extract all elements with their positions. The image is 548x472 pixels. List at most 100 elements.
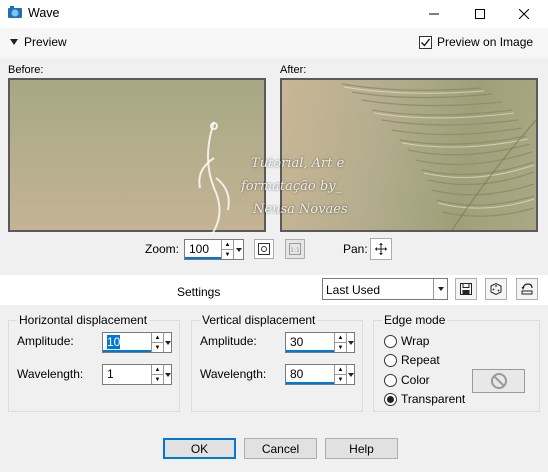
radio-button[interactable] [384,353,397,367]
zoom-field[interactable]: 100 ▲ ▼ [184,239,244,260]
zoom-spinner[interactable]: ▲ ▼ [221,240,233,259]
spin-down-icon[interactable]: ▼ [335,342,346,352]
zoom-fit-icon [258,243,270,255]
h-wavelength-field[interactable]: 1 ▲ ▼ [102,364,172,385]
close-icon [519,9,529,19]
v-wavelength-slider-button[interactable] [346,365,354,384]
h-amplitude-label: Amplitude: [17,334,74,348]
v-wavelength-spinner[interactable]: ▲ ▼ [334,365,346,384]
preview-on-image-label: Preview on Image [437,35,534,49]
horizontal-displacement-group: Horizontal displacement Amplitude: 10 ▲ ▼… [8,313,180,412]
pan-button[interactable] [370,238,392,260]
cancel-button[interactable]: Cancel [244,438,317,459]
h-wavelength-label: Wavelength: [17,367,84,381]
v-amplitude-input[interactable]: 30 [286,333,334,352]
preview-toggle[interactable]: Preview [10,35,67,49]
spin-down-icon[interactable]: ▼ [152,342,163,352]
dice-icon [490,282,502,296]
h-amplitude-slider-button[interactable] [163,333,171,352]
horizontal-displacement-title: Horizontal displacement [17,313,150,327]
h-wavelength-input[interactable]: 1 [103,365,151,384]
app-icon [8,6,22,18]
edge-color-swatch[interactable] [472,369,525,393]
v-wavelength-field[interactable]: 80 ▲ ▼ [285,364,355,385]
close-button[interactable] [504,0,544,28]
chevron-down-icon [235,247,242,252]
ok-button[interactable]: OK [163,438,236,459]
edge-mode-repeat-label: Repeat [401,353,440,367]
edge-mode-group: Edge mode Wrap Repeat Color Transparent [373,313,540,412]
v-amplitude-label: Amplitude: [200,334,257,348]
spin-up-icon[interactable]: ▲ [152,365,163,374]
reset-button[interactable] [516,278,538,300]
vertical-displacement-group: Vertical displacement Amplitude: 30 ▲ ▼ W… [191,313,363,412]
reset-icon [521,283,533,295]
preview-toggle-label: Preview [24,35,67,49]
h-wavelength-spinner[interactable]: ▲ ▼ [151,365,163,384]
minimize-icon [429,13,439,15]
edge-mode-wrap-option[interactable]: Wrap [384,334,429,348]
preset-dropdown-button[interactable] [433,279,447,299]
edge-mode-transparent-option[interactable]: Transparent [384,392,465,406]
watermark-ornament-icon [198,121,230,235]
zoom-to-fit-button[interactable] [254,239,274,259]
help-button[interactable]: Help [325,438,398,459]
spin-down-icon[interactable]: ▼ [222,249,233,259]
edge-mode-transparent-label: Transparent [401,392,466,406]
zoom-actual-size-icon: 1:1 [289,243,301,255]
svg-text:1:1: 1:1 [290,247,300,254]
radio-dot [387,395,394,403]
spin-up-icon[interactable]: ▲ [222,240,233,249]
maximize-button[interactable] [460,0,500,28]
h-amplitude-value: 10 [107,335,121,349]
edge-mode-color-label: Color [401,373,430,387]
edge-mode-repeat-option[interactable]: Repeat [384,353,440,367]
preview-on-image-checkbox[interactable]: Preview on Image [419,35,533,49]
chevron-down-icon [437,287,444,291]
h-amplitude-input[interactable]: 10 [103,333,151,352]
after-preview[interactable] [280,78,538,232]
save-icon [460,283,472,295]
after-label: After: [280,64,307,76]
spin-up-icon[interactable]: ▲ [335,333,346,342]
randomize-button[interactable] [485,278,507,300]
spin-up-icon[interactable]: ▲ [152,333,163,342]
edge-mode-wrap-label: Wrap [401,334,430,348]
zoom-dropdown-button[interactable] [233,240,243,259]
checkmark-icon [421,38,431,47]
pan-label: Pan: [343,242,368,256]
maximize-icon [475,9,485,19]
edge-mode-color-option[interactable]: Color [384,373,430,387]
zoom-label: Zoom: [145,242,180,256]
minimize-button[interactable] [414,0,454,28]
h-wavelength-slider-button[interactable] [163,365,171,384]
window-title: Wave [28,6,60,20]
spin-down-icon[interactable]: ▼ [152,374,163,384]
vertical-displacement-title: Vertical displacement [200,313,318,327]
zoom-actual-size-button[interactable]: 1:1 [285,239,305,259]
radio-button[interactable] [384,334,397,348]
chevron-down-icon [347,340,354,345]
edge-mode-title: Edge mode [382,313,448,327]
chevron-down-icon [347,372,354,377]
spin-down-icon[interactable]: ▼ [335,374,346,384]
radio-button-selected[interactable] [384,392,397,406]
v-amplitude-slider-button[interactable] [346,333,354,352]
spin-up-icon[interactable]: ▲ [335,365,346,374]
preset-select[interactable]: Last Used [322,278,448,300]
before-label: Before: [8,64,44,76]
h-amplitude-field[interactable]: 10 ▲ ▼ [102,332,172,353]
collapse-arrow-icon [10,39,18,45]
settings-label: Settings [177,285,221,299]
save-preset-button[interactable] [455,278,477,300]
radio-button[interactable] [384,373,397,387]
v-amplitude-spinner[interactable]: ▲ ▼ [334,333,346,352]
h-amplitude-spinner[interactable]: ▲ ▼ [151,333,163,352]
checkbox-box[interactable] [419,35,432,49]
chevron-down-icon [164,372,171,377]
v-wavelength-label: Wavelength: [200,367,267,381]
zoom-input[interactable]: 100 [185,240,221,259]
v-amplitude-field[interactable]: 30 ▲ ▼ [285,332,355,353]
no-color-icon [490,373,507,389]
v-wavelength-input[interactable]: 80 [286,365,334,384]
